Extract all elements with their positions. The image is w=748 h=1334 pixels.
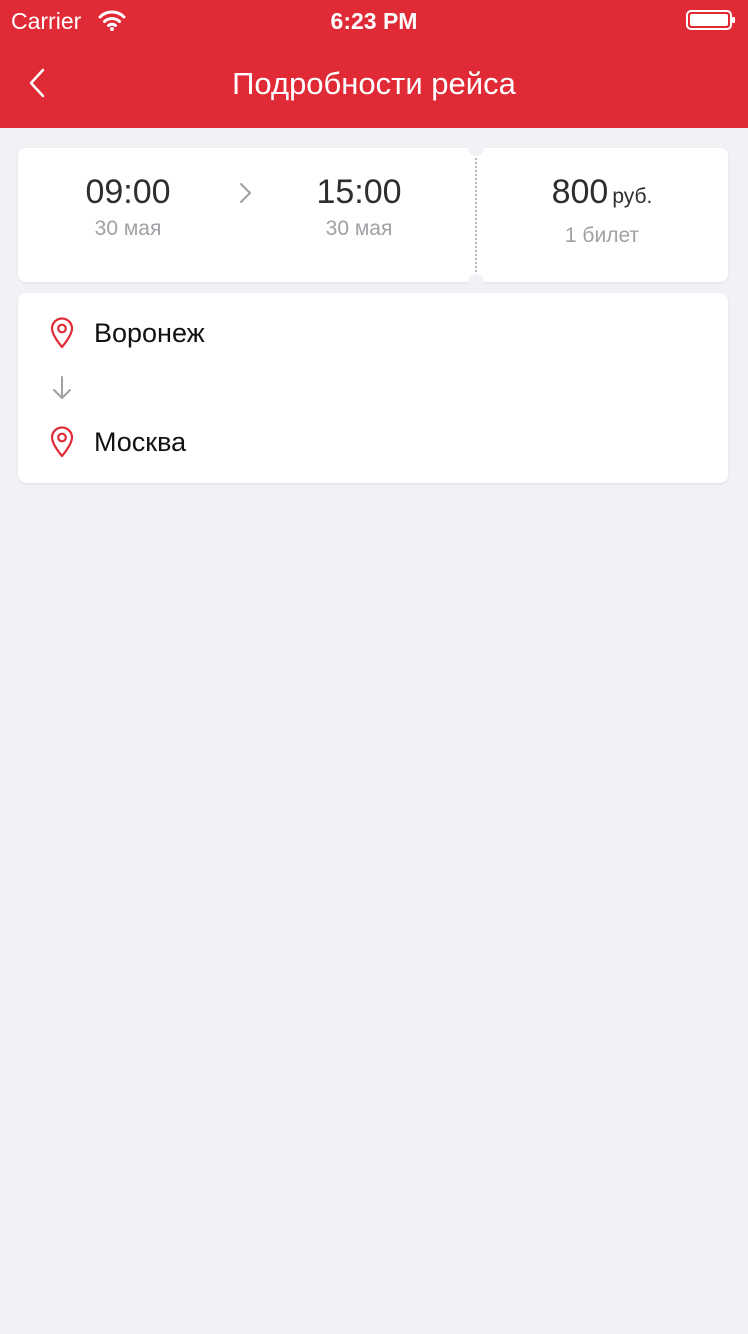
price-line: 800 руб. <box>476 172 728 219</box>
ticket-perforation <box>475 158 477 272</box>
departure-block: 09:00 30 мая <box>38 172 218 242</box>
route-card: Воронеж Москва <box>18 293 728 483</box>
map-pin-icon <box>50 426 74 458</box>
destination-city: Москва <box>94 427 187 457</box>
status-bar: Carrier 6:23 PM <box>0 0 748 40</box>
trip-times-section: 09:00 30 мая 15:00 30 мая <box>18 148 476 282</box>
departure-date: 30 мая <box>94 217 162 240</box>
ticket-notch-top <box>468 140 484 156</box>
trip-summary-card[interactable]: 09:00 30 мая 15:00 30 мая 800 руб. 1 биле… <box>18 140 728 290</box>
ticket-count: 1 билет <box>564 224 640 247</box>
route-stop-from: Воронеж <box>18 311 728 355</box>
departure-time: 09:00 <box>85 173 171 211</box>
route-stop-to: Москва <box>18 420 728 464</box>
status-time: 6:23 PM <box>330 8 418 34</box>
map-pin-icon <box>50 317 74 349</box>
header: Carrier 6:23 PM Подробности рейса <box>0 0 748 128</box>
chevron-right-icon <box>240 183 251 203</box>
price-block: 800 руб. 1 билет <box>476 172 728 249</box>
battery-icon <box>686 9 736 31</box>
ticket-notch-bottom <box>468 274 484 290</box>
arrival-date: 30 мая <box>325 217 393 240</box>
price-amount: 800 <box>551 173 609 211</box>
price-currency: руб. <box>612 185 653 208</box>
arrival-block: 15:00 30 мая <box>269 172 449 242</box>
page-title: Подробности рейса <box>232 66 516 101</box>
origin-city: Воронеж <box>94 318 205 348</box>
arrival-time: 15:00 <box>316 173 402 211</box>
price-section: 800 руб. 1 билет <box>476 148 728 282</box>
nav-bar: Подробности рейса <box>0 40 748 128</box>
arrow-down-icon <box>53 376 71 399</box>
